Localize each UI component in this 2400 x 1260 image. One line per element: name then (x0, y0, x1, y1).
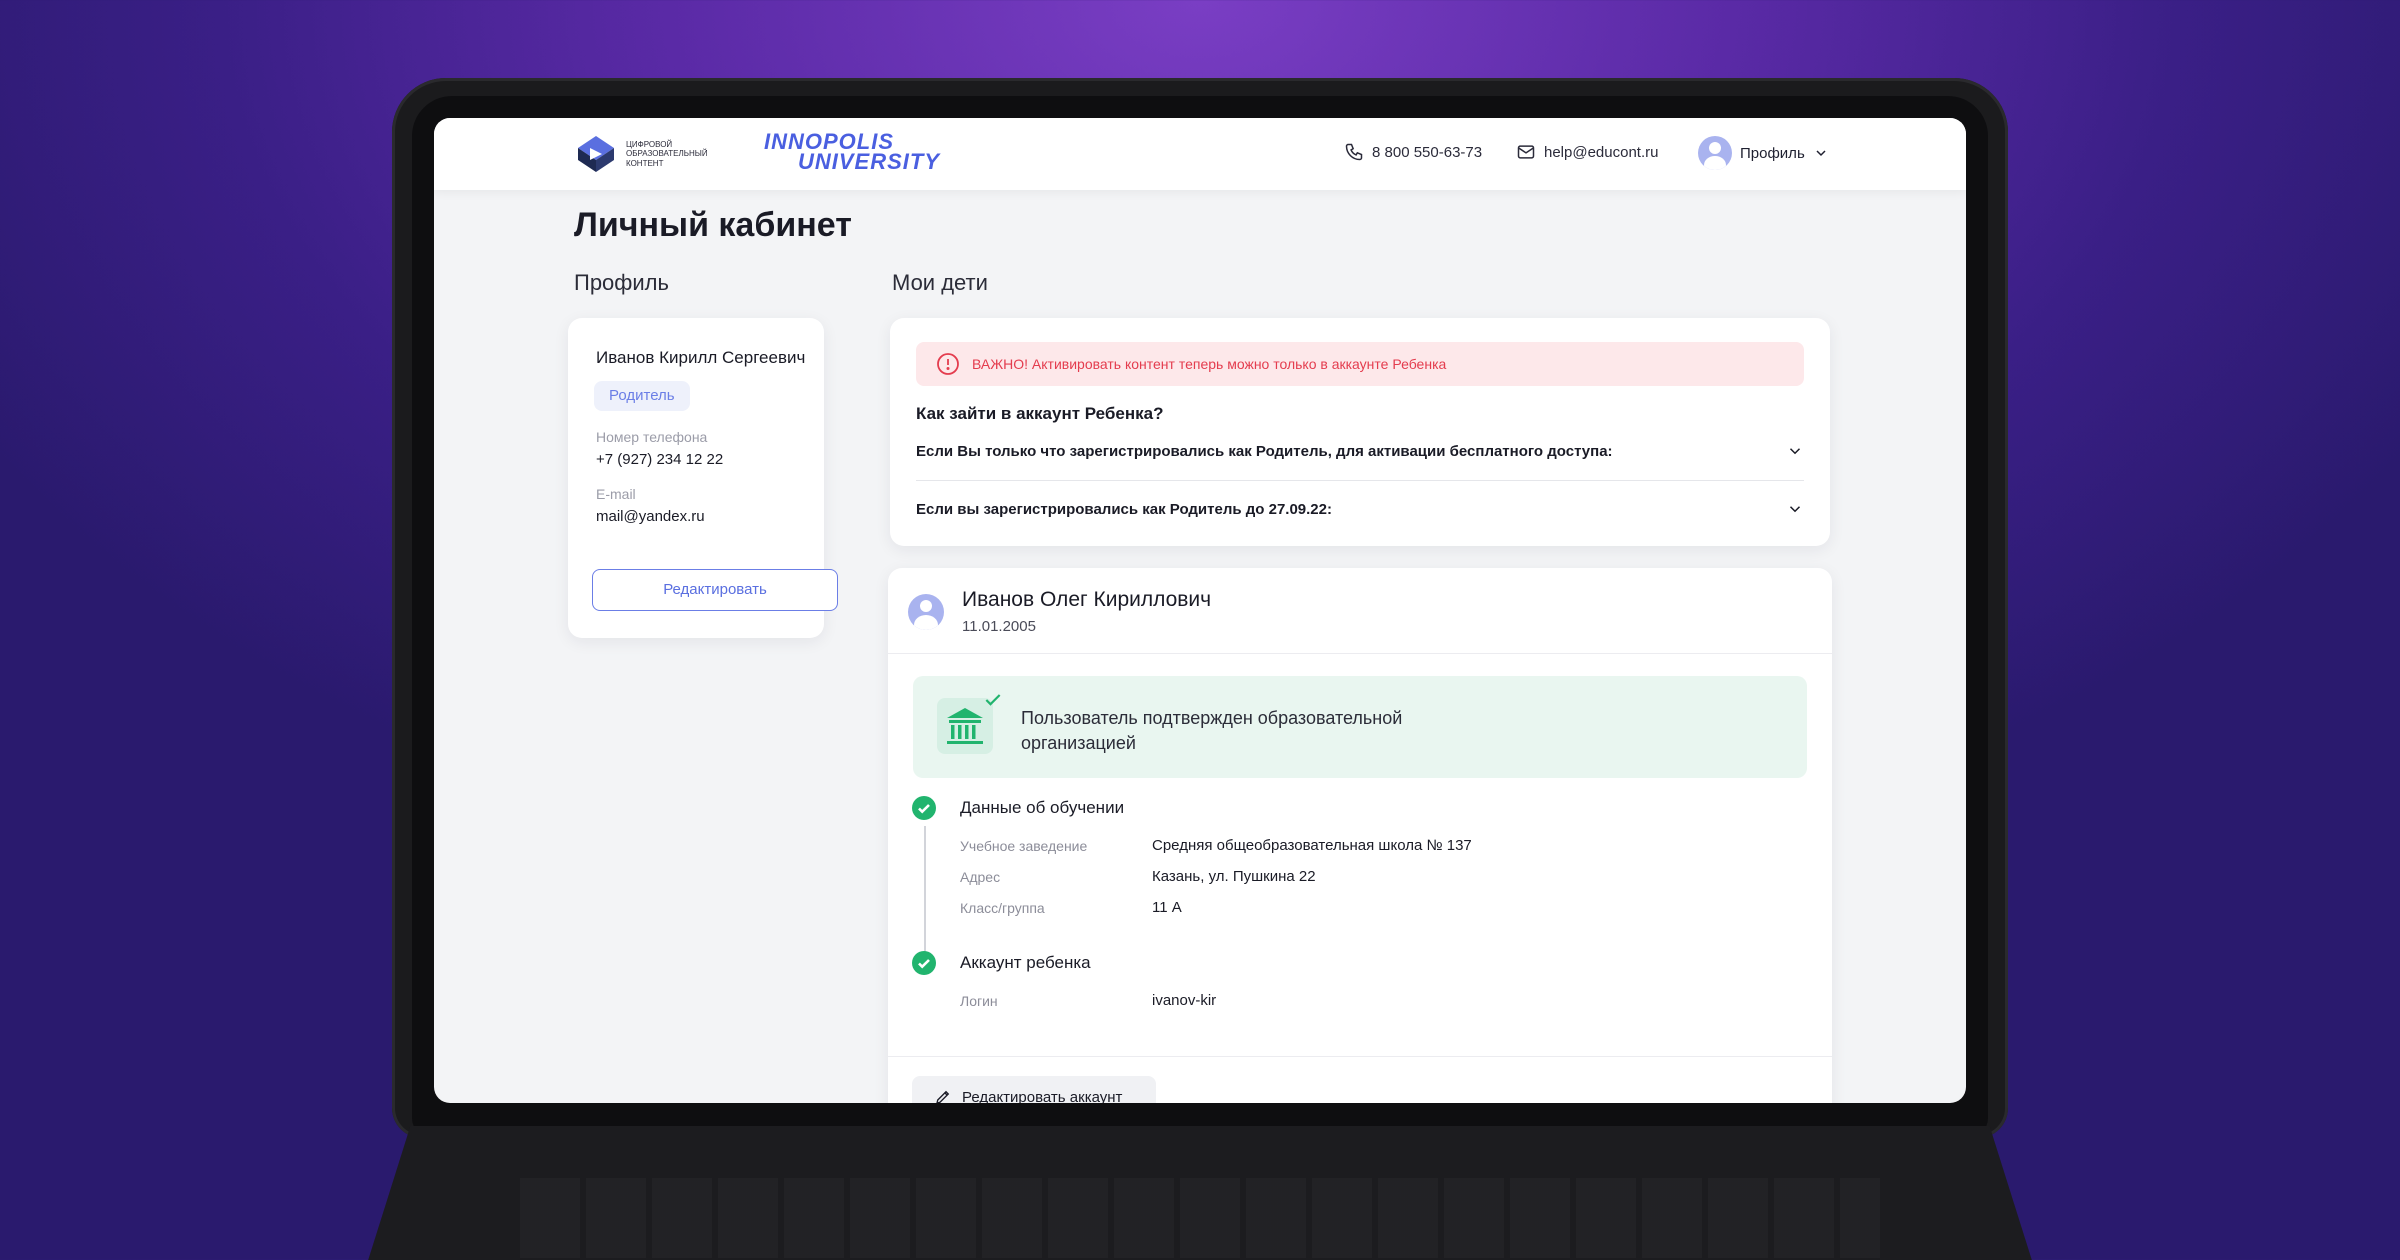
education-section-title: Данные об обучении (960, 798, 1125, 817)
child-card: Иванов Олег Кириллович 11.01.2005 Пользо… (888, 568, 1832, 1103)
page-title: Личный кабинет (574, 206, 852, 244)
accordion-item-label: Если вы зарегистрировались как Родитель … (916, 500, 1332, 518)
avatar (1698, 136, 1732, 170)
profile-card: Иванов Кирилл Сергеевич Родитель Номер т… (568, 318, 838, 638)
alert-icon (937, 353, 959, 375)
innopolis-logo-line2: UNIVERSITY (798, 149, 941, 174)
accordion-divider (916, 480, 1804, 481)
profile-phone: +7 (927) 234 12 22 (596, 451, 724, 468)
verification-text: Пользователь подтвержден образовательной… (1021, 708, 1403, 753)
school-label: Учебное заведение (960, 838, 1088, 854)
important-alert: ВАЖНО! Активировать контент теперь можно… (916, 342, 1804, 386)
laptop-keyboard (360, 1126, 2040, 1260)
chevron-down-icon (1789, 448, 1801, 455)
profile-menu-button[interactable]: Профиль (1698, 136, 1829, 170)
how-to-login-title: Как зайти в аккаунт Ребенка? (916, 404, 1164, 423)
profile-name: Иванов Кирилл Сергеевич (596, 348, 806, 367)
phone-label: Номер телефона (596, 429, 708, 445)
educont-logo[interactable]: Цифровой образовательный контент (574, 132, 726, 176)
email-contact[interactable]: help@educont.ru (1516, 142, 1658, 162)
login-label: Логин (960, 993, 998, 1009)
phone-number: 8 800 550-63-73 (1372, 143, 1483, 161)
profile-section-title: Профиль (574, 270, 669, 295)
app-screen: Цифровой образовательный контент INNOPOL… (434, 118, 1966, 1103)
login-value: ivanov-kir (1152, 992, 1217, 1009)
education-check-icon (912, 796, 936, 820)
edit-account-label: Редактировать аккаунт (962, 1088, 1123, 1104)
phone-contact[interactable]: 8 800 550-63-73 (1344, 142, 1482, 162)
child-avatar (908, 594, 944, 630)
mail-icon (1517, 145, 1535, 159)
info-card: ВАЖНО! Активировать контент теперь можно… (890, 318, 1830, 546)
top-bar: Цифровой образовательный контент INNOPOL… (434, 118, 1966, 190)
class-label: Класс/группа (960, 900, 1045, 916)
accordion-item-old-parent[interactable]: Если вы зарегистрировались как Родитель … (916, 500, 1804, 518)
support-email: help@educont.ru (1544, 143, 1659, 161)
address-value: Казань, ул. Пушкина 22 (1152, 868, 1316, 885)
edit-profile-button[interactable]: Редактировать (592, 569, 838, 611)
pencil-icon (936, 1090, 950, 1103)
step-connector (924, 826, 926, 954)
child-header: Иванов Олег Кириллович 11.01.2005 (888, 568, 1832, 654)
school-value: Средняя общеобразовательная школа № 137 (1152, 837, 1472, 854)
children-section-title: Мои дети (892, 270, 988, 295)
innopolis-logo[interactable]: INNOPOLIS UNIVERSITY (764, 131, 941, 174)
alert-text: ВАЖНО! Активировать контент теперь можно… (972, 356, 1447, 372)
account-check-icon (912, 951, 936, 975)
check-icon (985, 694, 1001, 706)
accordion-item-label: Если Вы только что зарегистрировались ка… (916, 442, 1613, 460)
educont-logo-icon (578, 136, 614, 172)
email-label: E-mail (596, 486, 636, 502)
verification-banner: Пользователь подтвержден образовательной… (913, 676, 1807, 778)
child-birthdate: 11.01.2005 (962, 618, 1036, 635)
chevron-down-icon (1816, 150, 1826, 157)
card-footer-divider (888, 1056, 1832, 1057)
accordion-item-new-parent[interactable]: Если Вы только что зарегистрировались ка… (916, 442, 1804, 460)
phone-icon (1345, 143, 1363, 161)
address-label: Адрес (960, 869, 1001, 885)
class-value: 11 А (1152, 899, 1182, 916)
chevron-down-icon (1789, 506, 1801, 513)
role-badge: Родитель (594, 381, 690, 411)
profile-email: mail@yandex.ru (596, 508, 705, 525)
account-section-title: Аккаунт ребенка (960, 953, 1091, 972)
child-name: Иванов Олег Кириллович (962, 588, 1212, 611)
profile-menu-label: Профиль (1740, 144, 1805, 162)
educont-logo-text: Цифровой образовательный контент (626, 139, 708, 168)
edit-account-button[interactable]: Редактировать аккаунт (912, 1076, 1156, 1103)
